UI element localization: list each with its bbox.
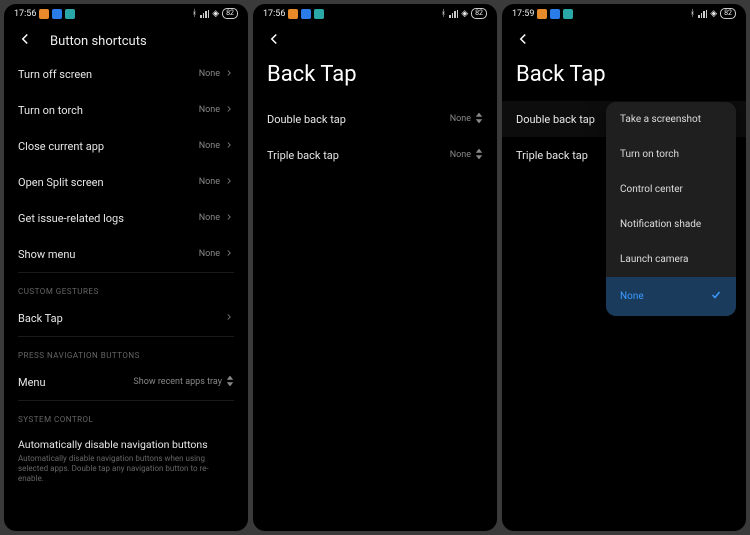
app-icon-1 <box>550 9 560 19</box>
app-icon-2 <box>65 9 75 19</box>
row-issue-logs[interactable]: Get issue-related logs None <box>4 200 248 236</box>
row-close-app[interactable]: Close current app None <box>4 128 248 164</box>
status-bar: 17:59 ᚼ ◈ 82 <box>502 4 746 22</box>
row-label: Back Tap <box>18 312 63 325</box>
back-button[interactable] <box>514 30 532 52</box>
battery-icon: 82 <box>222 8 238 19</box>
signal-icon <box>200 10 209 18</box>
signal-icon <box>698 10 707 18</box>
bluetooth-icon: ᚼ <box>690 9 695 19</box>
row-label: Triple back tap <box>516 149 588 162</box>
chevron-right-icon <box>224 312 234 325</box>
page-title: Button shortcuts <box>50 34 147 49</box>
alarm-icon <box>39 9 49 19</box>
row-label: Turn off screen <box>18 68 92 81</box>
back-button[interactable] <box>265 30 283 52</box>
updown-icon <box>475 113 483 126</box>
section-nav-buttons: PRESS NAVIGATION BUTTONS <box>4 337 248 364</box>
row-label: Triple back tap <box>267 149 339 162</box>
chevron-right-icon <box>224 176 234 189</box>
wifi-icon: ◈ <box>461 9 468 19</box>
battery-icon: 82 <box>720 8 736 19</box>
popup-option-notification-shade[interactable]: Notification shade <box>606 207 736 242</box>
header: Button shortcuts <box>4 22 248 56</box>
settings-list: Turn off screen None Turn on torch None … <box>4 56 248 531</box>
row-label: Get issue-related logs <box>18 212 124 225</box>
row-label: Automatically disable navigation buttons <box>18 438 234 451</box>
row-double-back-tap[interactable]: Double back tap None <box>253 101 497 137</box>
chevron-right-icon <box>224 248 234 261</box>
row-turn-off-screen[interactable]: Turn off screen None <box>4 56 248 92</box>
status-time: 17:56 <box>14 9 36 19</box>
row-label: Open Split screen <box>18 176 104 189</box>
row-turn-on-torch[interactable]: Turn on torch None <box>4 92 248 128</box>
wifi-icon: ◈ <box>212 9 219 19</box>
row-back-tap[interactable]: Back Tap <box>4 300 248 336</box>
back-button[interactable] <box>16 30 34 52</box>
row-value: Show recent apps tray <box>133 377 222 387</box>
popup-option-none[interactable]: None <box>606 277 736 316</box>
alarm-icon <box>288 9 298 19</box>
row-value: None <box>199 141 220 151</box>
row-auto-disable-nav[interactable]: Automatically disable navigation buttons… <box>4 428 248 494</box>
chevron-right-icon <box>224 140 234 153</box>
chevron-right-icon <box>224 212 234 225</box>
status-bar: 17:56 ᚼ ◈ 82 <box>4 4 248 22</box>
screen-button-shortcuts: 17:56 ᚼ ◈ 82 Button shortcuts Turn off s… <box>4 4 248 531</box>
screen-back-tap: 17:56 ᚼ ◈ 82 Back Tap Double back tap No… <box>253 4 497 531</box>
row-label: Close current app <box>18 140 104 153</box>
page-title: Back Tap <box>502 56 746 101</box>
app-icon-1 <box>52 9 62 19</box>
header <box>502 22 746 56</box>
row-split-screen[interactable]: Open Split screen None <box>4 164 248 200</box>
bluetooth-icon: ᚼ <box>441 9 446 19</box>
row-value: None <box>199 177 220 187</box>
settings-list: Double back tap None Triple back tap Non… <box>253 101 497 531</box>
battery-icon: 82 <box>471 8 487 19</box>
row-value: None <box>199 69 220 79</box>
row-show-menu[interactable]: Show menu None <box>4 236 248 272</box>
alarm-icon <box>537 9 547 19</box>
row-label: Show menu <box>18 248 75 261</box>
section-system-control: SYSTEM CONTROL <box>4 401 248 428</box>
popup-option-torch[interactable]: Turn on torch <box>606 137 736 172</box>
popup-option-control-center[interactable]: Control center <box>606 172 736 207</box>
bluetooth-icon: ᚼ <box>192 9 197 19</box>
row-value: None <box>199 249 220 259</box>
row-value: None <box>199 105 220 115</box>
status-bar: 17:56 ᚼ ◈ 82 <box>253 4 497 22</box>
row-value: None <box>199 213 220 223</box>
row-label: Turn on torch <box>18 104 83 117</box>
status-time: 17:59 <box>512 9 534 19</box>
row-value: None <box>450 150 471 160</box>
app-icon-2 <box>314 9 324 19</box>
updown-icon <box>475 149 483 162</box>
check-icon <box>710 289 722 304</box>
updown-icon <box>226 376 234 389</box>
popup-option-screenshot[interactable]: Take a screenshot <box>606 102 736 137</box>
wifi-icon: ◈ <box>710 9 717 19</box>
row-menu[interactable]: Menu Show recent apps tray <box>4 364 248 400</box>
page-title: Back Tap <box>253 56 497 101</box>
popup-option-camera[interactable]: Launch camera <box>606 242 736 277</box>
row-label: Double back tap <box>267 113 346 126</box>
row-label: Menu <box>18 376 46 389</box>
row-sublabel: Automatically disable navigation buttons… <box>18 454 234 484</box>
section-custom-gestures: CUSTOM GESTURES <box>4 273 248 300</box>
chevron-right-icon <box>224 68 234 81</box>
chevron-right-icon <box>224 104 234 117</box>
screen-back-tap-popup: 17:59 ᚼ ◈ 82 Back Tap Double back tap Tr… <box>502 4 746 531</box>
signal-icon <box>449 10 458 18</box>
header <box>253 22 497 56</box>
action-picker-popup: Take a screenshot Turn on torch Control … <box>606 102 736 316</box>
app-icon-2 <box>563 9 573 19</box>
row-triple-back-tap[interactable]: Triple back tap None <box>253 137 497 173</box>
row-value: None <box>450 114 471 124</box>
popup-option-label: None <box>620 291 644 302</box>
status-time: 17:56 <box>263 9 285 19</box>
app-icon-1 <box>301 9 311 19</box>
row-label: Double back tap <box>516 113 595 126</box>
